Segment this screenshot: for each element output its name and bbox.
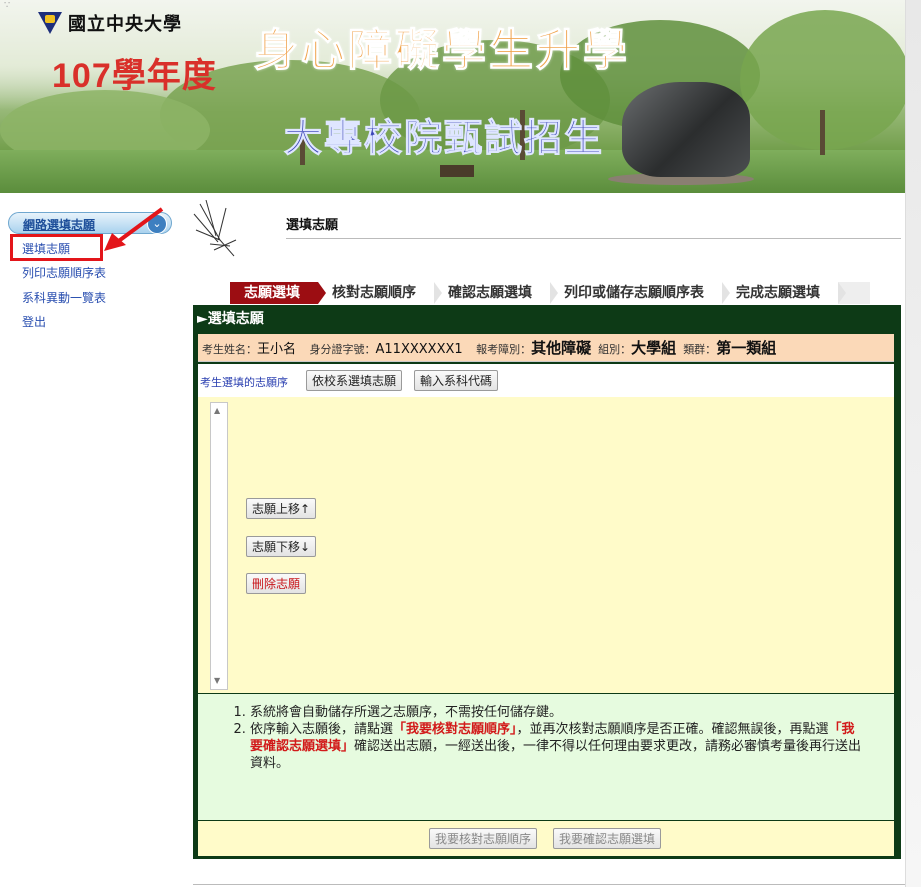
instruction-item: 依序輸入志願後，請點選「我要核對志願順序」，並再次核對志願順序是否正確。確認無誤… bbox=[250, 721, 864, 772]
scroll-down-icon[interactable]: ▼ bbox=[214, 676, 220, 685]
candidate-category: 其他障礙 bbox=[531, 339, 592, 357]
select-by-school-button[interactable]: 依校系選填志願 bbox=[306, 370, 403, 391]
shield-icon bbox=[38, 12, 62, 34]
candidate-cluster: 第一類組 bbox=[716, 339, 777, 357]
selection-toolbar: 考生選填的志願序 依校系選填志願 輸入系科代碼 bbox=[198, 364, 894, 397]
move-down-button[interactable]: 志願下移↓ bbox=[246, 536, 317, 557]
note-highlight-check: 「我要核對志願順序」 bbox=[393, 722, 517, 737]
action-bar: 我要核對志願順序 我要確認志願選填 bbox=[198, 821, 894, 856]
sidebar-item-logout[interactable]: 登出 bbox=[22, 313, 46, 330]
confirm-selection-button[interactable]: 我要確認志願選填 bbox=[553, 828, 662, 849]
sidebar-item-changes[interactable]: 系科異動一覽表 bbox=[22, 289, 106, 306]
banner-subtitle: 大專校院甄試招生 bbox=[283, 118, 605, 161]
step-confirm: 確認志願選填 bbox=[434, 282, 558, 304]
university-logo: 國立中央大學 bbox=[38, 10, 182, 36]
highlight-box bbox=[10, 234, 103, 261]
move-up-button[interactable]: 志願上移↑ bbox=[246, 498, 317, 519]
sidebar-item-print[interactable]: 列印志願順序表 bbox=[22, 264, 106, 281]
banner-trunk bbox=[820, 110, 825, 155]
step-tabs: 志願選填 核對志願順序 確認志願選填 列印或儲存志願順序表 完成志願選填 bbox=[230, 282, 870, 304]
candidate-name: 王小名 bbox=[257, 342, 297, 357]
check-order-button[interactable]: 我要核對志願順序 bbox=[429, 828, 538, 849]
step-print: 列印或儲存志願順序表 bbox=[550, 282, 730, 304]
pine-icon bbox=[193, 200, 237, 257]
cluster-label: 類群： bbox=[683, 343, 717, 356]
window-scrollbar[interactable] bbox=[905, 0, 921, 887]
title-divider bbox=[286, 238, 901, 239]
instruction-item: 系統將會自動儲存所選之志願序，不需按任何儲存鍵。 bbox=[250, 704, 864, 721]
panel-heading: ►選填志願 bbox=[197, 311, 264, 327]
enter-code-button[interactable]: 輸入系科代碼 bbox=[414, 370, 499, 391]
step-check-order: 核對志願順序 bbox=[318, 282, 442, 304]
banner: ∵ 國立中央大學 107學年度 身心障礙學生升學 大專校院甄試招生 bbox=[0, 0, 905, 193]
university-name: 國立中央大學 bbox=[68, 14, 182, 35]
scroll-up-icon[interactable]: ▲ bbox=[214, 406, 220, 415]
academic-year: 107學年度 bbox=[52, 57, 217, 95]
red-arrow-icon bbox=[104, 207, 164, 251]
candidate-group: 大學組 bbox=[631, 339, 677, 357]
sidebar-header-label: 網路選填志願 bbox=[23, 218, 96, 232]
note-text: 依序輸入志願後，請點選 bbox=[250, 722, 394, 737]
panel-heading-text: 選填志願 bbox=[207, 311, 264, 327]
id-label: 身分證字號： bbox=[309, 343, 376, 356]
page-title: 選填志願 bbox=[286, 218, 339, 233]
step-complete: 完成志願選填 bbox=[722, 282, 846, 304]
candidate-info: 考生姓名：王小名 身分證字號：A11XXXXXX1 報考障別：其他障礙 組別：大… bbox=[198, 334, 894, 362]
banner-bench bbox=[440, 165, 474, 177]
candidate-id: A11XXXXXX1 bbox=[375, 342, 463, 357]
sculpture bbox=[622, 82, 750, 177]
corner-dots: ∵ bbox=[4, 0, 11, 11]
name-label: 考生姓名： bbox=[202, 343, 257, 356]
delete-button[interactable]: 刪除志願 bbox=[246, 573, 307, 594]
group-label: 組別： bbox=[598, 343, 632, 356]
selection-order-label: 考生選填的志願序 bbox=[200, 376, 288, 389]
category-label: 報考障別： bbox=[476, 343, 532, 356]
footer-divider bbox=[193, 884, 905, 885]
selection-listbox[interactable]: ▲ ▼ bbox=[210, 402, 228, 690]
instructions: 系統將會自動儲存所選之志願序，不需按任何儲存鍵。 依序輸入志願後，請點選「我要核… bbox=[198, 694, 894, 820]
banner-title: 身心障礙學生升學 bbox=[254, 26, 630, 76]
note-text: ，並再次核對志願順序是否正確。確認無誤後，再點選 bbox=[516, 722, 829, 737]
step-select: 志願選填 bbox=[230, 282, 326, 304]
